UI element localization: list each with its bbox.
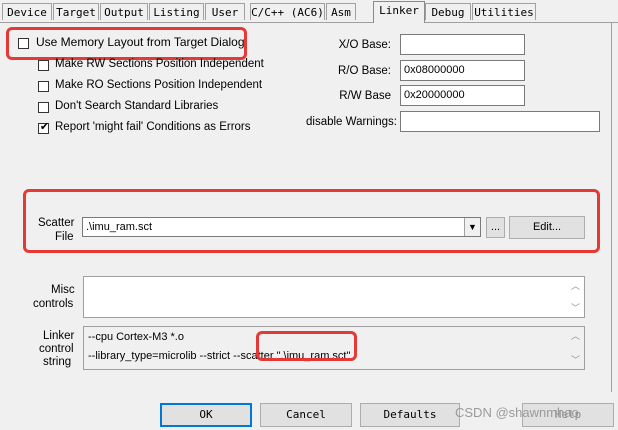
ok-button[interactable]: OK xyxy=(160,403,252,427)
tab-debug[interactable]: Debug xyxy=(425,3,471,20)
tab-bar: Device Target Output Listing User C/C++ … xyxy=(0,0,618,23)
control-string-label-line3: string xyxy=(43,356,72,368)
misc-label-line2: controls xyxy=(33,298,74,310)
rw-base-label: R/W Base xyxy=(339,90,391,102)
rw-base-input[interactable]: 0x20000000 xyxy=(400,85,525,106)
chevron-up-icon[interactable]: ︿ xyxy=(571,329,580,343)
cancel-button[interactable]: Cancel xyxy=(260,403,352,427)
ro-base-label: R/O Base: xyxy=(337,65,391,77)
control-string-line2-prefix: --library_type=microlib --strict --scatt… xyxy=(88,350,277,362)
watermark: CSDN @shawnmhao xyxy=(455,405,579,420)
rw-position-independent-checkbox[interactable] xyxy=(38,60,49,71)
scatter-label-line2: File xyxy=(55,231,74,243)
xo-base-label: X/O Base: xyxy=(338,39,391,51)
scatter-file-value: .\imu_ram.sct xyxy=(86,221,153,233)
ro-base-input[interactable]: 0x08000000 xyxy=(400,60,525,81)
scatter-label-line1: Scatter xyxy=(38,217,75,229)
tab-utilities[interactable]: Utilities xyxy=(472,3,536,20)
dont-search-std-libs-checkbox[interactable] xyxy=(38,102,49,113)
report-might-fail-label: Report 'might fail' Conditions as Errors xyxy=(55,121,251,133)
misc-label-line1: Misc xyxy=(51,284,75,296)
dont-search-std-libs-label: Don't Search Standard Libraries xyxy=(55,100,219,112)
report-might-fail-checkbox[interactable]: ✔ xyxy=(38,121,50,134)
chevron-down-icon[interactable]: ▼ xyxy=(464,218,480,236)
browse-button[interactable]: ... xyxy=(486,217,505,238)
tab-linker[interactable]: Linker xyxy=(373,1,425,23)
misc-scrollbar[interactable]: ︿ ﹀ xyxy=(568,277,584,317)
ro-position-independent-label: Make RO Sections Position Independent xyxy=(55,79,263,91)
check-mark-icon: ✔ xyxy=(39,121,50,133)
disable-warnings-input[interactable] xyxy=(400,111,600,132)
control-string-scrollbar[interactable]: ︿ ﹀ xyxy=(568,327,584,369)
chevron-down-icon[interactable]: ﹀ xyxy=(571,353,580,367)
tab-output[interactable]: Output xyxy=(100,3,148,20)
edit-button[interactable]: Edit... xyxy=(509,216,585,239)
tab-c-cpp[interactable]: C/C++ (AC6) xyxy=(250,3,325,20)
misc-controls-textarea[interactable]: ︿ ﹀ xyxy=(83,276,585,318)
highlight-scatter-arg xyxy=(256,331,357,361)
defaults-button[interactable]: Defaults xyxy=(360,403,460,427)
chevron-up-icon[interactable]: ︿ xyxy=(571,279,580,293)
tab-device[interactable]: Device xyxy=(2,3,52,20)
chevron-down-icon[interactable]: ﹀ xyxy=(571,301,580,315)
tab-listing[interactable]: Listing xyxy=(149,3,204,20)
tab-user[interactable]: User xyxy=(205,3,245,20)
tab-asm[interactable]: Asm xyxy=(326,3,356,20)
scatter-file-select[interactable]: .\imu_ram.sct ▼ xyxy=(82,217,481,237)
highlight-memory-layout xyxy=(6,27,247,60)
tab-target[interactable]: Target xyxy=(53,3,99,20)
control-string-label-line1: Linker xyxy=(43,330,75,342)
ro-position-independent-checkbox[interactable] xyxy=(38,81,49,92)
xo-base-input[interactable] xyxy=(400,34,525,55)
rw-position-independent-label: Make RW Sections Position Independent xyxy=(55,58,264,70)
control-string-label-line2: control xyxy=(39,343,74,355)
disable-warnings-label: disable Warnings: xyxy=(306,116,397,128)
